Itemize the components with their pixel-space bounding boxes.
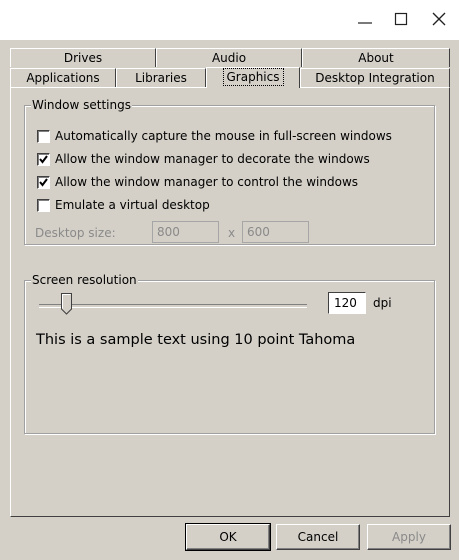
dpi-input[interactable]: 120: [328, 292, 366, 314]
maximize-button[interactable]: [384, 0, 418, 40]
screen-resolution-title: Screen resolution: [31, 273, 138, 287]
tab-audio[interactable]: Audio: [156, 48, 302, 67]
tab-drives-label: Drives: [63, 51, 103, 65]
close-icon: [432, 12, 446, 26]
tab-audio-label: Audio: [211, 51, 247, 65]
desktop-size-separator: x: [228, 226, 236, 240]
control-windows-label: Allow the window manager to control the …: [55, 175, 359, 189]
tab-applications-label: Applications: [26, 71, 100, 85]
tab-graphics[interactable]: Graphics: [206, 67, 300, 88]
tab-libraries-label: Libraries: [135, 71, 187, 85]
tab-desktop-integration-label: Desktop Integration: [315, 71, 435, 85]
tab-graphics-label: Graphics: [222, 68, 284, 86]
decorate-windows-label: Allow the window manager to decorate the…: [55, 152, 370, 166]
virtual-desktop-label: Emulate a virtual desktop: [55, 198, 210, 212]
maximize-icon: [394, 12, 408, 26]
sample-text: This is a sample text using 10 point Tah…: [36, 332, 356, 348]
tab-about-label: About: [358, 51, 394, 65]
control-windows-checkbox[interactable]: [37, 176, 50, 189]
tab-applications[interactable]: Applications: [10, 68, 116, 87]
title-bar: [0, 0, 459, 40]
capture-mouse-checkbox[interactable]: [37, 130, 50, 143]
checkmark-icon: [39, 155, 48, 164]
ok-button[interactable]: OK: [185, 523, 271, 551]
dpi-slider-track[interactable]: [39, 304, 307, 308]
apply-button[interactable]: Apply: [367, 524, 451, 550]
dpi-slider-thumb[interactable]: [61, 293, 72, 315]
decorate-windows-checkbox[interactable]: [37, 153, 50, 166]
desktop-height-field: 600: [242, 221, 309, 243]
tab-drives[interactable]: Drives: [10, 48, 156, 67]
close-button[interactable]: [422, 0, 456, 40]
window-settings-group: Window settings Automatically capture th…: [24, 98, 435, 245]
checkmark-icon: [39, 178, 48, 187]
cancel-button[interactable]: Cancel: [276, 524, 360, 550]
virtual-desktop-checkbox[interactable]: [37, 199, 50, 212]
minimize-icon: [358, 22, 372, 24]
desktop-width-field: 800: [152, 221, 219, 243]
desktop-size-label: Desktop size:: [35, 226, 116, 240]
minimize-button[interactable]: [348, 0, 382, 40]
tab-desktop-integration[interactable]: Desktop Integration: [300, 68, 450, 87]
tab-about[interactable]: About: [302, 48, 450, 67]
graphics-tab-panel: Window settings Automatically capture th…: [10, 87, 450, 517]
capture-mouse-label: Automatically capture the mouse in full-…: [55, 129, 392, 143]
dpi-unit-label: dpi: [373, 296, 392, 310]
screen-resolution-group: Screen resolution 120 dpi This is a samp…: [24, 273, 435, 434]
tab-libraries[interactable]: Libraries: [116, 68, 206, 87]
window-settings-title: Window settings: [31, 98, 132, 112]
